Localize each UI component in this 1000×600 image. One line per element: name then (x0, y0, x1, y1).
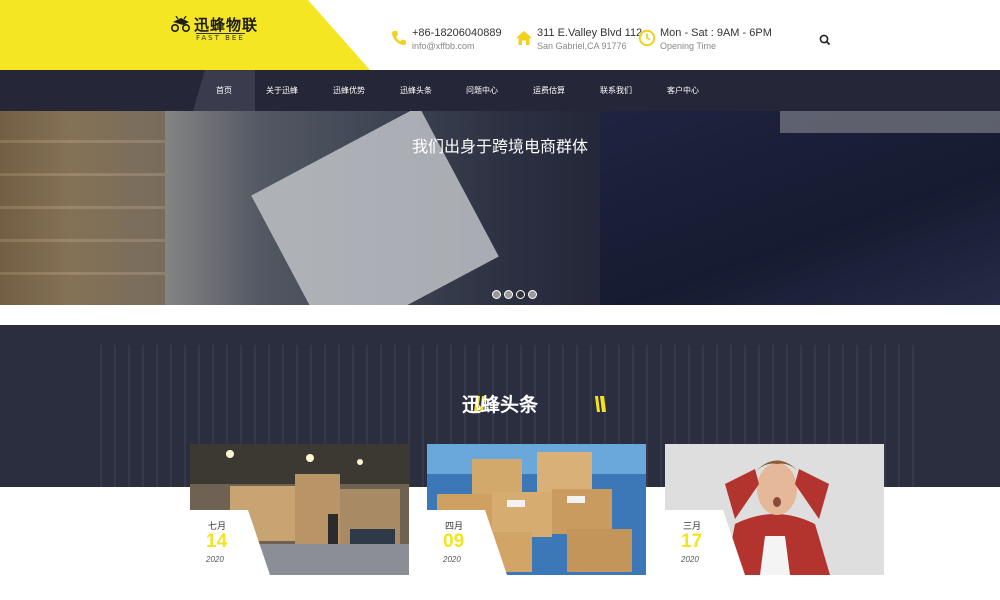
site-header: 迅蜂物联 FAST BEE +86-18206040889 info@xffbb… (0, 0, 1000, 70)
home-icon (516, 31, 532, 45)
contact-address: 311 E.Valley Blvd 112 San Gabriel,CA 917… (515, 27, 642, 55)
nav-item-about[interactable]: 关于迅蜂 (266, 70, 298, 111)
date-day: 09 (443, 531, 465, 552)
slider-dots (492, 284, 540, 299)
opening-hours: Mon - Sat : 9AM - 6PM Opening Time (638, 27, 772, 55)
nav-item-faq[interactable]: 问题中心 (466, 70, 498, 111)
address-line1: 311 E.Valley Blvd 112 (537, 27, 643, 39)
address-line2: San Gabriel,CA 91776 (537, 41, 627, 51)
bee-logo-icon (171, 16, 190, 32)
slider-dot-2[interactable] (504, 290, 513, 299)
phone-icon (392, 31, 406, 45)
slider-dot-1[interactable] (492, 290, 501, 299)
news-card-3[interactable]: 三月 17 2020 (665, 444, 884, 575)
news-card-2[interactable]: 四月 09 2020 (427, 444, 646, 575)
hours-label: Opening Time (660, 41, 717, 51)
date-day: 17 (681, 531, 703, 552)
date-day: 14 (206, 531, 228, 552)
main-nav: 首页 关于迅蜂 迅蜂优势 迅蜂头条 问题中心 运费估算 联系我们 客户中心 (0, 70, 1000, 111)
nav-item-advantages[interactable]: 迅蜂优势 (333, 70, 365, 111)
hero-banner: 我们出身于跨境电商群体 (0, 111, 1000, 305)
slider-dot-3[interactable] (516, 290, 525, 299)
nav-item-freight-estimate[interactable]: 运费估算 (533, 70, 565, 111)
nav-item-home[interactable]: 首页 (216, 70, 232, 111)
hours-value: Mon - Sat : 9AM - 6PM (660, 27, 772, 39)
clock-icon (638, 29, 656, 47)
date-year: 2020 (443, 555, 461, 564)
news-section: 迅蜂头条 七月 14 2020 四月 09 2020 三月 17 2020 (0, 325, 1000, 600)
news-card-1[interactable]: 七月 14 2020 (190, 444, 409, 575)
date-year: 2020 (681, 555, 699, 564)
nav-item-contact[interactable]: 联系我们 (600, 70, 632, 111)
news-heading: 迅蜂头条 (461, 394, 538, 416)
logo-name-cn: 迅蜂物联 (194, 16, 259, 34)
date-year: 2020 (206, 555, 224, 564)
nav-item-customer-center[interactable]: 客户中心 (667, 70, 699, 111)
heading-deco-right-icon (595, 396, 606, 412)
contact-phone: +86-18206040889 info@xffbb.com (390, 27, 502, 55)
slider-dot-4[interactable] (528, 290, 537, 299)
search-icon[interactable] (818, 33, 832, 47)
hero-title: 我们出身于跨境电商群体 (411, 137, 588, 156)
email-address[interactable]: info@xffbb.com (412, 41, 475, 51)
nav-item-news[interactable]: 迅蜂头条 (400, 70, 432, 111)
logo[interactable]: 迅蜂物联 FAST BEE (170, 14, 280, 42)
logo-name-en: FAST BEE (196, 33, 245, 42)
phone-number[interactable]: +86-18206040889 (412, 27, 502, 39)
